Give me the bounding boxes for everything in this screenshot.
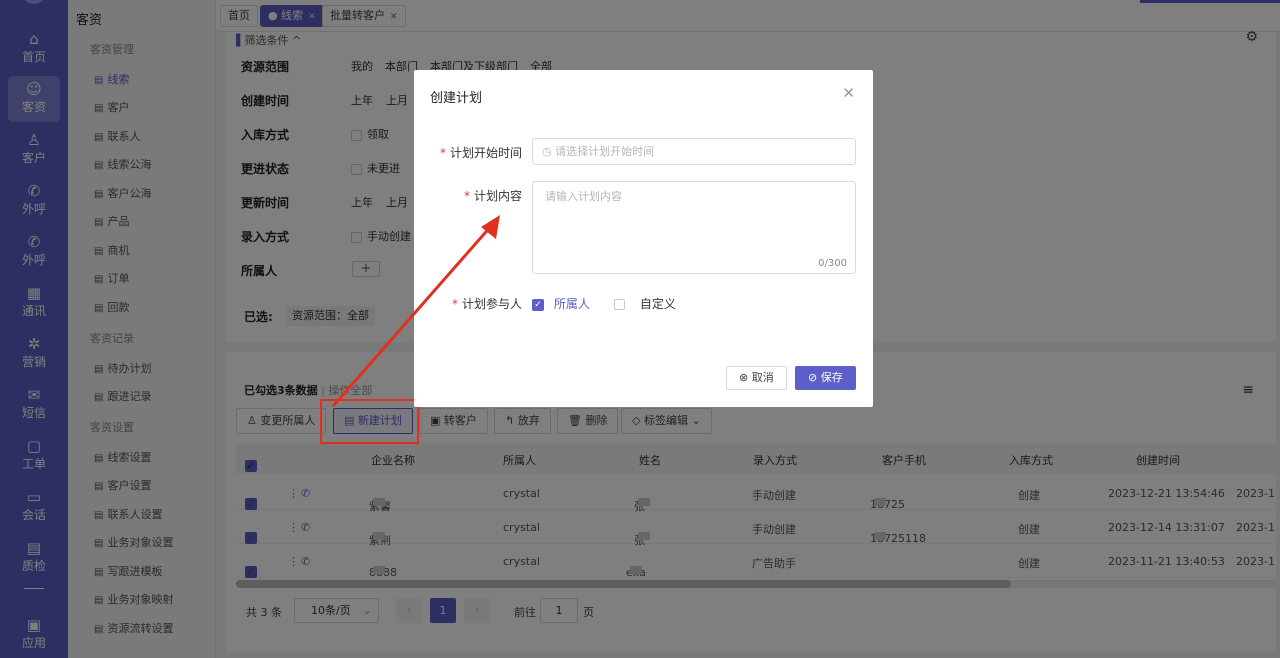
check-circle-icon: ⊘: [808, 371, 821, 384]
close-icon[interactable]: ✕: [842, 84, 855, 102]
custom-checkbox[interactable]: 自定义: [614, 295, 676, 312]
owner-checkbox[interactable]: ✓ 所属人: [532, 295, 590, 312]
start-time-input[interactable]: ◷ 请选择计划开始时间: [532, 138, 856, 165]
checkbox[interactable]: [614, 299, 625, 310]
cancel-button[interactable]: ⊗ 取消: [726, 366, 787, 390]
highlight-box: [320, 399, 419, 444]
clock-icon: ◷: [542, 145, 556, 158]
save-button[interactable]: ⊘ 保存: [795, 366, 856, 390]
check-icon: ✓: [532, 298, 544, 311]
create-plan-dialog: 创建计划 ✕ * 计划开始时间 ◷ 请选择计划开始时间 * 计划内容 请输入计划内容…: [414, 70, 873, 407]
participants-label: * 计划参与人: [451, 297, 522, 311]
content-textarea[interactable]: 请输入计划内容 0/300: [532, 181, 856, 274]
start-time-label: * 计划开始时间: [439, 146, 522, 160]
char-counter: 0/300: [818, 258, 847, 269]
cancel-icon: ⊗: [739, 371, 752, 384]
dialog-title: 创建计划: [430, 91, 483, 106]
content-label: * 计划内容: [463, 189, 522, 203]
